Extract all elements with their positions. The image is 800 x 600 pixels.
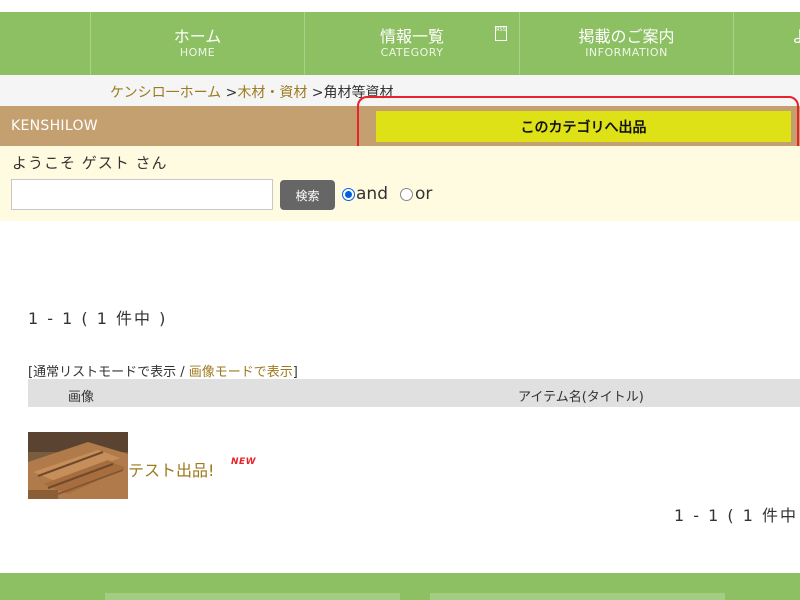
footer	[0, 573, 800, 600]
nav-item-more[interactable]: よ	[733, 12, 800, 75]
footer-block-left	[105, 593, 400, 600]
breadcrumb-separator: >	[307, 85, 324, 101]
or-radio[interactable]	[400, 188, 413, 201]
rss-icon[interactable]: RSS	[495, 26, 507, 41]
nav-information-sublabel: INFORMATION	[585, 46, 668, 59]
wood-thumbnail-image	[28, 432, 128, 499]
top-strip	[0, 0, 800, 12]
or-radio-label[interactable]: or	[415, 184, 432, 204]
nav-information-label: 掲載のご案内	[578, 27, 675, 46]
table-header: 画像 アイテム名(タイトル)	[28, 379, 800, 407]
search-panel: ようこそ ゲスト さん 検索 and or	[0, 146, 800, 221]
mode-bracket-close: ]	[292, 365, 298, 380]
breadcrumb-category-link[interactable]: 木材・資材	[237, 85, 307, 101]
nav-home-sublabel: HOME	[179, 46, 216, 59]
global-nav: ホーム HOME 情報一覧 CATEGORY RSS 掲載のご案内 INFORM…	[0, 12, 800, 75]
search-input[interactable]	[11, 179, 273, 210]
list-mode-link[interactable]: 通常リストモードで表示	[33, 365, 176, 380]
column-header-title: アイテム名(タイトル)	[518, 390, 644, 405]
nav-category-label: 情報一覧	[379, 27, 444, 46]
item-title-link[interactable]: テスト出品!	[128, 457, 214, 481]
nav-home-label: ホーム	[173, 27, 222, 46]
and-radio[interactable]	[342, 188, 355, 201]
breadcrumb: ケンシロ一ホーム >木材・資材 >角材等資材	[110, 82, 394, 102]
brand-name: KENSHILOW	[11, 118, 98, 134]
new-badge: NEW	[231, 457, 257, 467]
nav-category-sublabel: CATEGORY	[380, 46, 444, 59]
result-count-top: 1 - 1 ( 1 件中 )	[28, 309, 168, 328]
image-mode-link[interactable]: 画像モードで表示	[189, 365, 293, 380]
nav-item-category[interactable]: 情報一覧 CATEGORY RSS	[304, 12, 519, 75]
view-mode-switch: [通常リストモードで表示 / 画像モードで表示]	[28, 361, 298, 380]
nav-item-home[interactable]: ホーム HOME	[90, 12, 304, 75]
welcome-message: ようこそ ゲスト さん	[12, 154, 168, 172]
nav-more-label: よ	[792, 27, 800, 47]
search-button[interactable]: 検索	[280, 180, 335, 210]
item-thumbnail[interactable]	[28, 432, 128, 499]
nav-item-information[interactable]: 掲載のご案内 INFORMATION	[519, 12, 733, 75]
breadcrumb-home-link[interactable]: ケンシロ一ホーム	[110, 85, 221, 101]
column-header-image: 画像	[68, 390, 95, 405]
footer-block-right	[430, 593, 725, 600]
breadcrumb-separator: >	[221, 85, 238, 101]
and-radio-label[interactable]: and	[356, 184, 388, 204]
result-count-bottom: 1 - 1 ( 1 件中 )	[674, 506, 800, 525]
mode-separator: /	[176, 365, 189, 380]
